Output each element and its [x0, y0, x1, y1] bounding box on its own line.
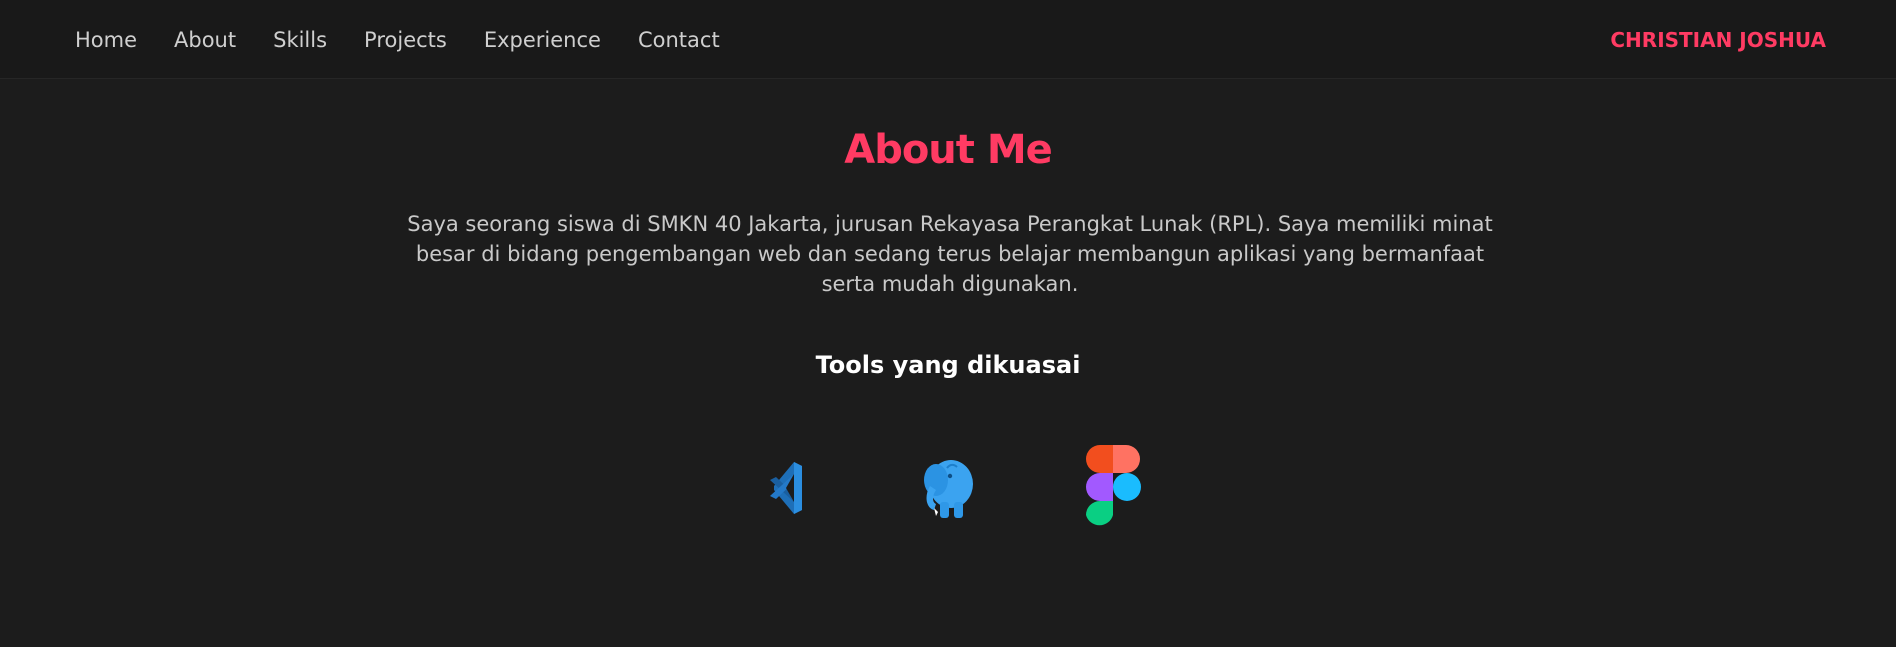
nav-links: Home About Skills Projects Experience Co… — [75, 0, 757, 79]
about-description: Saya seorang siswa di SMKN 40 Jakarta, j… — [407, 212, 1493, 296]
tools-heading: Tools yang dikuasai — [815, 351, 1081, 379]
figma-icon — [1086, 445, 1141, 526]
about-section: About Me Saya seorang siswa di SMKN 40 J… — [0, 79, 1896, 647]
vscode-icon — [770, 462, 802, 514]
nav-link-skills[interactable]: Skills — [273, 28, 327, 52]
nav-link-home[interactable]: Home — [75, 28, 137, 52]
elephant-icon — [924, 460, 973, 518]
brand-name[interactable]: CHRISTIAN JOSHUA — [1610, 0, 1826, 79]
nav-link-contact[interactable]: Contact — [638, 28, 720, 52]
nav-link-experience[interactable]: Experience — [484, 28, 601, 52]
nav-link-about[interactable]: About — [174, 28, 236, 52]
section-title: About Me — [844, 127, 1053, 173]
navbar: Home About Skills Projects Experience Co… — [0, 0, 1896, 79]
nav-link-projects[interactable]: Projects — [364, 28, 447, 52]
